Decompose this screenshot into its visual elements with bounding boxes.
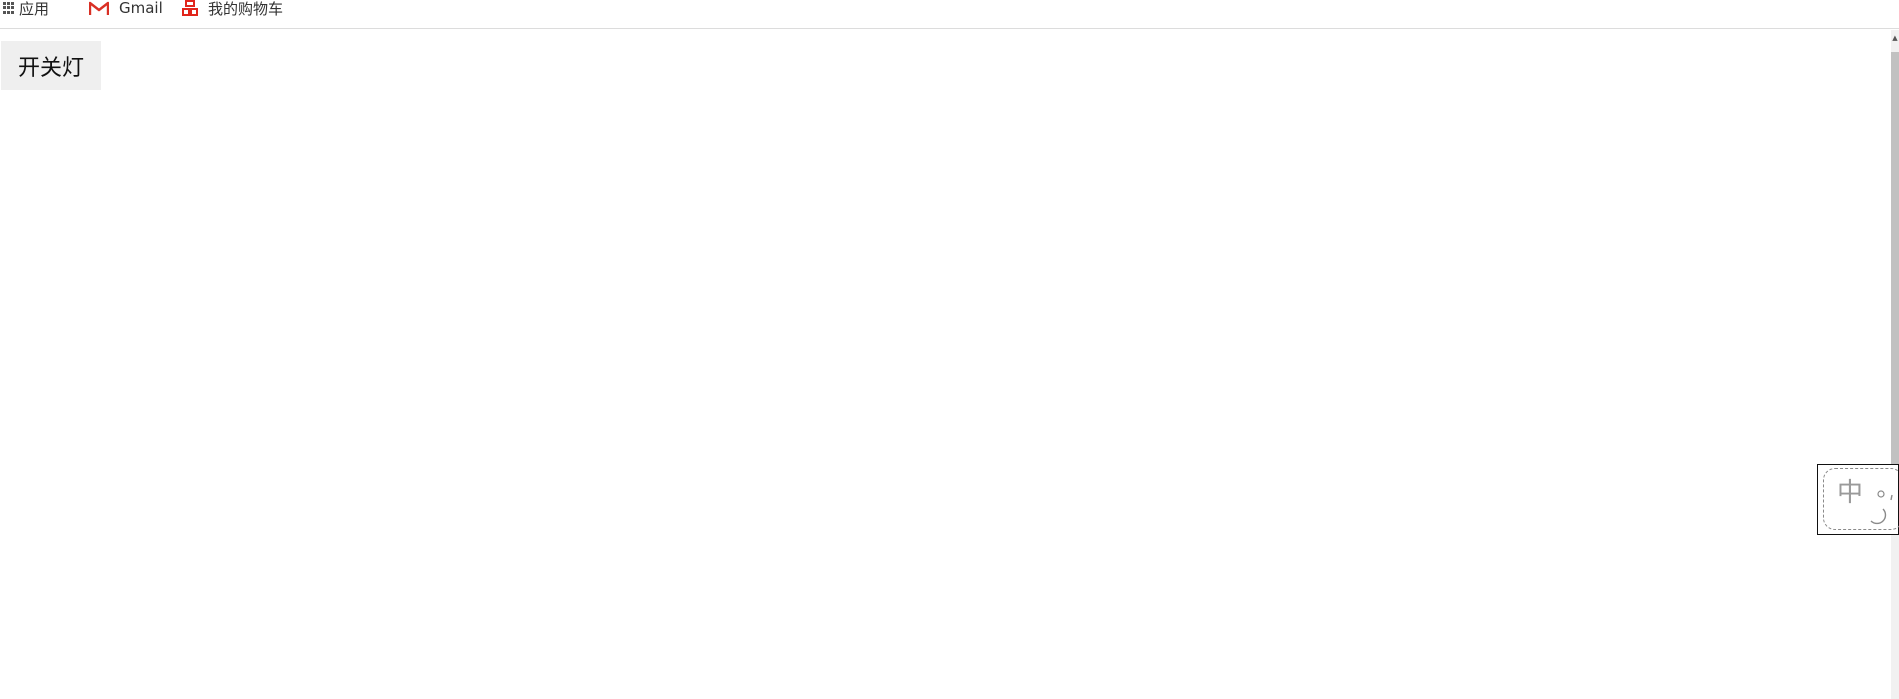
ime-status-widget[interactable]: 中: [1817, 464, 1899, 535]
ime-chinese-mode-indicator[interactable]: 中: [1837, 478, 1863, 508]
page-content: 开关灯: [0, 30, 1893, 699]
scroll-up-arrow-icon[interactable]: ▲: [1891, 34, 1899, 42]
ime-punctuation-icon[interactable]: [1876, 486, 1898, 501]
scroll-thumb[interactable]: [1891, 52, 1899, 472]
bookmark-apps[interactable]: 应用: [3, 0, 50, 18]
vertical-scrollbar[interactable]: ▲: [1891, 30, 1899, 699]
apps-grid-icon: [3, 2, 15, 14]
toggle-light-button[interactable]: 开关灯: [1, 41, 101, 90]
bookmark-apps-label: 应用: [19, 0, 50, 18]
shopping-cart-icon: [182, 0, 198, 16]
gmail-icon: [89, 1, 109, 16]
bookmark-gmail-label: Gmail: [119, 0, 163, 17]
ime-status-frame: 中: [1823, 468, 1899, 530]
bookmarks-bar: 应用 Gmail 我的购物车: [0, 0, 1899, 29]
bookmark-cart-label: 我的购物车: [208, 0, 284, 18]
bookmark-gmail[interactable]: Gmail: [89, 0, 163, 17]
bookmark-cart[interactable]: 我的购物车: [182, 0, 284, 18]
moon-icon[interactable]: [1868, 507, 1888, 527]
